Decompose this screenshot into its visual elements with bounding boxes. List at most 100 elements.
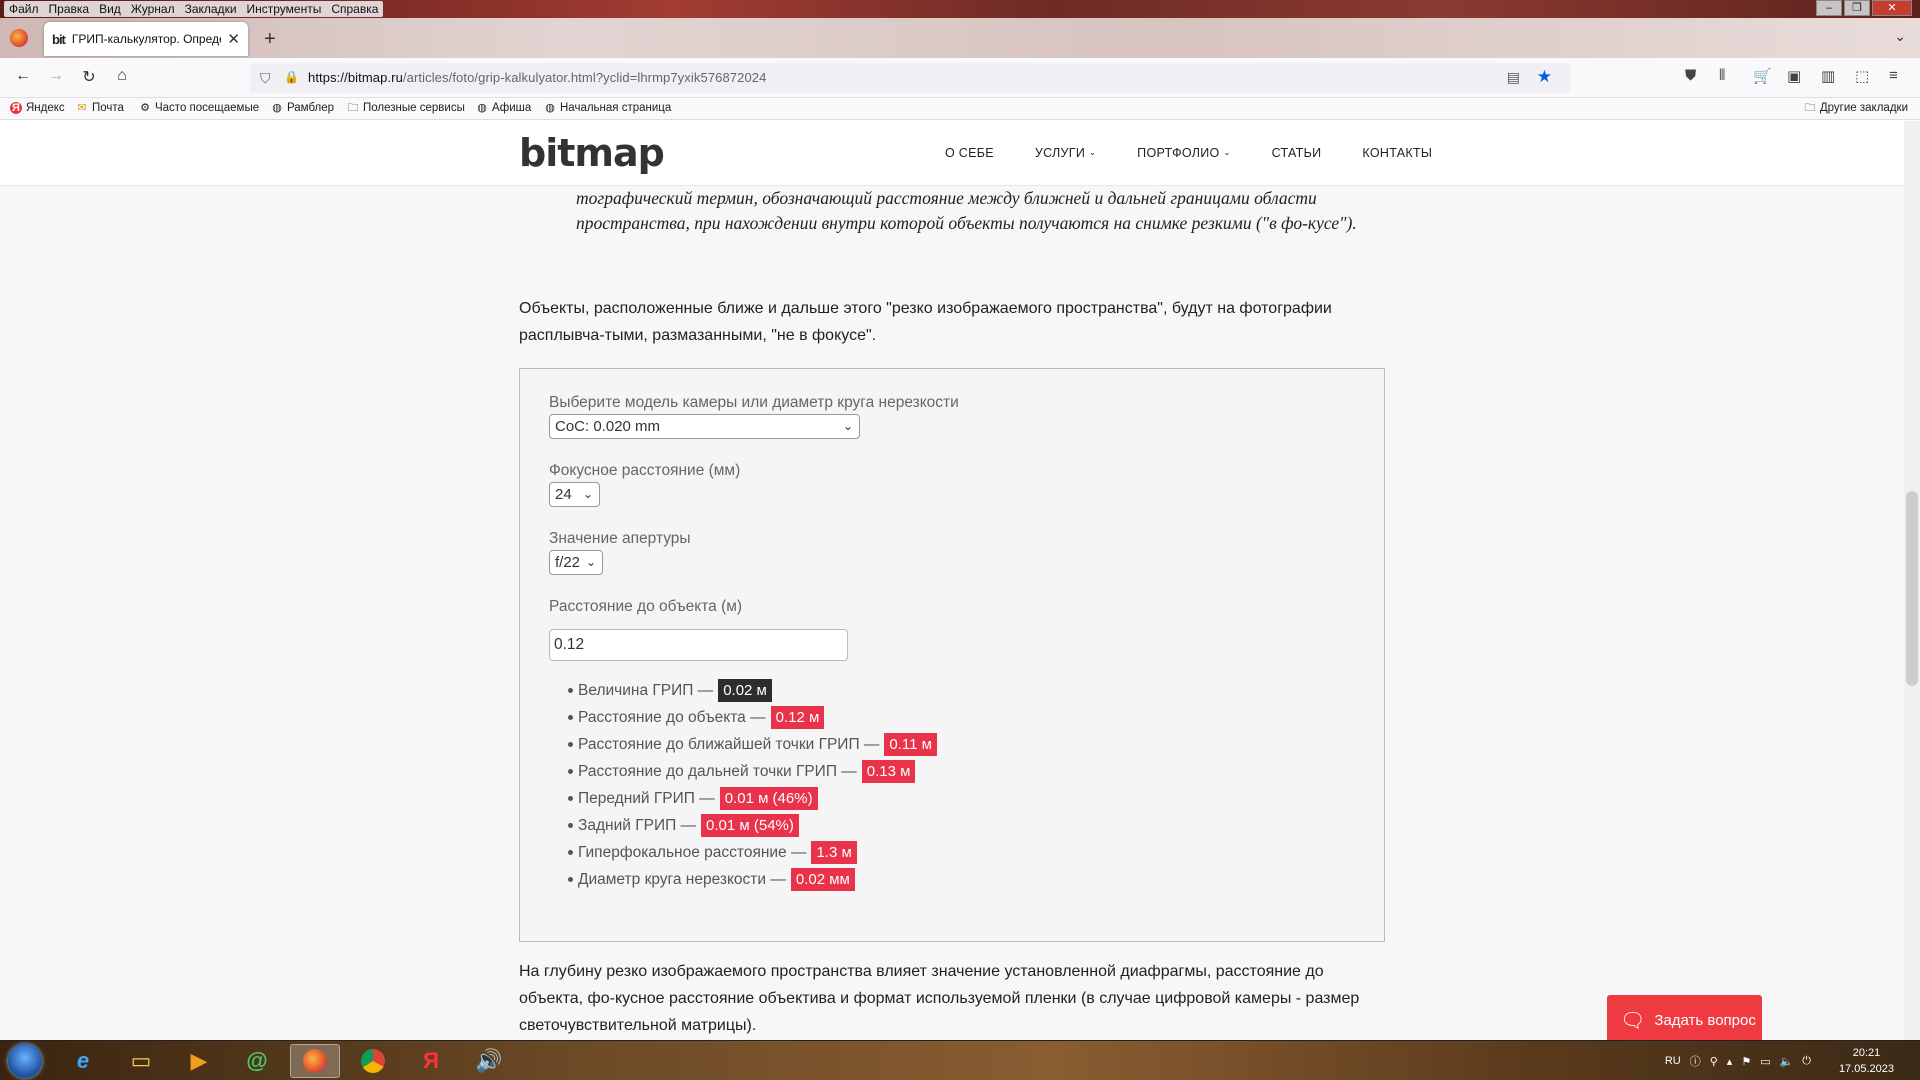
firefox-icon[interactable] [290, 1044, 340, 1078]
menu-view[interactable]: Вид [94, 1, 126, 17]
focal-label: Фокусное расстояние (мм) [549, 462, 741, 479]
hamburger-menu-icon[interactable]: ≡ [1889, 67, 1898, 84]
back-icon[interactable]: ← [12, 67, 34, 85]
aperture-select[interactable]: f/22 ⌄ [549, 550, 603, 575]
results-list: Величина ГРИП —0.02 м Расстояние до объе… [549, 677, 937, 893]
result-far-point: Расстояние до дальней точки ГРИП —0.13 м [549, 758, 937, 785]
menu-tools[interactable]: Инструменты [242, 1, 327, 17]
explorer-icon[interactable]: ▭ [116, 1044, 166, 1078]
site-logo[interactable]: bitmap [519, 131, 665, 175]
close-window-button[interactable]: ✕ [1872, 0, 1912, 16]
url-text[interactable]: https://bitmap.ru/articles/foto/grip-kal… [308, 70, 766, 85]
language-indicator[interactable]: RU [1665, 1055, 1681, 1067]
camera-select[interactable]: CoC: 0.020 mm ⌄ [549, 414, 860, 439]
site-nav: О СЕБЕ УСЛУГИ ⌄ ПОРТФОЛИО ⌄ СТАТЬИ КОНТАКТ… [945, 146, 1432, 160]
nav-portfolio[interactable]: ПОРТФОЛИО ⌄ [1137, 146, 1230, 160]
bookmarks-bar: Я Яндекс ✉ Почта ⚙ Часто посещаемые ◍ Ра… [0, 98, 1920, 120]
help-icon[interactable]: ⓘ [1690, 1053, 1701, 1069]
result-hyperfocal: Гиперфокальное расстояние —1.3 м [549, 839, 937, 866]
bookmark-afisha[interactable]: ◍ Афиша [476, 102, 531, 114]
page-scrollbar[interactable] [1904, 121, 1920, 1040]
list-tabs-icon[interactable]: ⌄ [1894, 28, 1906, 45]
result-value: 0.02 мм [790, 868, 855, 891]
bookmark-start-page[interactable]: ◍ Начальная страница [544, 102, 671, 114]
minimize-button[interactable]: – [1816, 0, 1842, 16]
reload-icon[interactable]: ↻ [78, 67, 100, 87]
reader-view-icon[interactable]: ▤ [1507, 69, 1520, 86]
nav-services[interactable]: УСЛУГИ ⌄ [1035, 146, 1096, 160]
yandex-icon: Я [10, 102, 22, 114]
volume-icon[interactable]: 🔈 [1780, 1055, 1794, 1068]
site-header: bitmap О СЕБЕ УСЛУГИ ⌄ ПОРТФОЛИО ⌄ СТАТЬИ … [0, 121, 1904, 186]
tracking-shield-icon[interactable]: ⛉ [260, 70, 271, 87]
page-viewport: bitmap О СЕБЕ УСЛУГИ ⌄ ПОРТФОЛИО ⌄ СТАТЬИ … [0, 121, 1904, 1040]
chevron-down-icon: ⌄ [842, 419, 853, 433]
tab-strip: bit ГРИП-калькулятор. Определе ✕ + ⌄ [0, 18, 1920, 58]
result-front-dof: Передний ГРИП —0.01 м (46%) [549, 785, 937, 812]
chrome-icon[interactable] [348, 1044, 398, 1078]
address-bar[interactable]: ⛉ 🔒 https://bitmap.ru/articles/foto/grip… [250, 63, 1570, 93]
menu-file[interactable]: Файл [4, 1, 44, 17]
sidebar-icon[interactable]: ▥ [1821, 67, 1835, 85]
cart-icon[interactable]: 🛒 [1753, 67, 1772, 85]
taskbar: e ▭ ▶ @ Я 🔊 RU ⓘ ⚲ ▴ ⚑ ▭ 🔈 ⏻ 20:21 17.05… [0, 1040, 1920, 1080]
bookmark-most-visited[interactable]: ⚙ Часто посещаемые [139, 102, 259, 114]
maximize-button[interactable]: ❐ [1844, 0, 1870, 16]
ie-icon[interactable]: e [58, 1044, 108, 1078]
distance-input[interactable]: 0.12 [549, 629, 848, 661]
bookmark-mail[interactable]: ✉ Почта [76, 102, 124, 114]
bookmark-yandex[interactable]: Я Яндекс [10, 102, 65, 114]
menu-bar: Файл Правка Вид Журнал Закладки Инструме… [4, 1, 384, 17]
aperture-label: Значение апертуры [549, 530, 691, 547]
close-tab-icon[interactable]: ✕ [227, 30, 240, 48]
extension-icon[interactable]: ▣ [1787, 67, 1801, 85]
firefox-view-icon[interactable] [10, 29, 28, 47]
home-icon[interactable]: ⌂ [111, 67, 133, 85]
focal-select[interactable]: 24 ⌄ [549, 482, 600, 507]
globe-icon: ◍ [477, 102, 487, 114]
yandex-browser-icon[interactable]: Я [406, 1044, 456, 1078]
tab-title: ГРИП-калькулятор. Определе [71, 32, 222, 46]
result-dof: Величина ГРИП —0.02 м [549, 677, 937, 704]
monitor-icon[interactable]: ▭ [1760, 1055, 1770, 1068]
bookmark-rambler[interactable]: ◍ Рамблер [271, 102, 334, 114]
clock[interactable]: 20:21 17.05.2023 [1839, 1045, 1894, 1077]
chevron-down-icon: ⌄ [585, 555, 596, 569]
start-button[interactable] [8, 1044, 42, 1078]
flag-icon[interactable]: ⚑ [1741, 1055, 1751, 1068]
scrollbar-thumb[interactable] [1906, 491, 1918, 686]
menu-bookmarks[interactable]: Закладки [180, 1, 242, 17]
ask-question-button[interactable]: 🗨 Задать вопрос [1607, 995, 1762, 1040]
show-hidden-icon[interactable]: ▴ [1727, 1055, 1733, 1068]
nav-contacts[interactable]: КОНТАКТЫ [1362, 146, 1432, 160]
library-icon[interactable]: ⫴ [1719, 67, 1725, 84]
sound-icon[interactable]: 🔊 [464, 1044, 514, 1078]
site-favicon-icon: bit [52, 31, 66, 47]
result-value: 0.02 м [718, 679, 772, 702]
bookmark-star-icon[interactable]: ★ [1537, 67, 1552, 87]
article-paragraph: На глубину резко изображаемого пространс… [519, 963, 1360, 1034]
bookmark-other[interactable]: 🗀 Другие закладки [1804, 102, 1908, 114]
menu-help[interactable]: Справка [326, 1, 383, 17]
result-rear-dof: Задний ГРИП —0.01 м (54%) [549, 812, 937, 839]
power-icon[interactable]: ⏻ [1802, 1055, 1811, 1068]
lock-icon[interactable]: 🔒 [284, 70, 299, 84]
bookmark-useful-services[interactable]: 🗀 Полезные сервисы [347, 102, 465, 114]
mail-agent-icon[interactable]: @ [232, 1044, 282, 1078]
chevron-down-icon: ⌄ [1223, 148, 1231, 157]
result-near-point: Расстояние до ближайшей точки ГРИП —0.11… [549, 731, 937, 758]
menu-history[interactable]: Журнал [126, 1, 180, 17]
folder-icon: 🗀 [347, 102, 359, 114]
media-player-icon[interactable]: ▶ [174, 1044, 224, 1078]
forward-icon[interactable]: → [45, 67, 67, 85]
extensions-icon[interactable]: ⬚ [1855, 67, 1869, 85]
pocket-icon[interactable]: ⛊ [1685, 67, 1696, 84]
distance-label: Расстояние до объекта (м) [549, 598, 743, 615]
network-icon[interactable]: ⚲ [1710, 1055, 1718, 1068]
new-tab-icon[interactable]: + [264, 28, 276, 51]
menu-edit[interactable]: Правка [44, 1, 95, 17]
nav-articles[interactable]: СТАТЬИ [1272, 146, 1322, 160]
nav-about[interactable]: О СЕБЕ [945, 146, 994, 160]
tab-active[interactable]: bit ГРИП-калькулятор. Определе ✕ [44, 22, 248, 56]
result-value: 0.12 м [770, 706, 825, 729]
